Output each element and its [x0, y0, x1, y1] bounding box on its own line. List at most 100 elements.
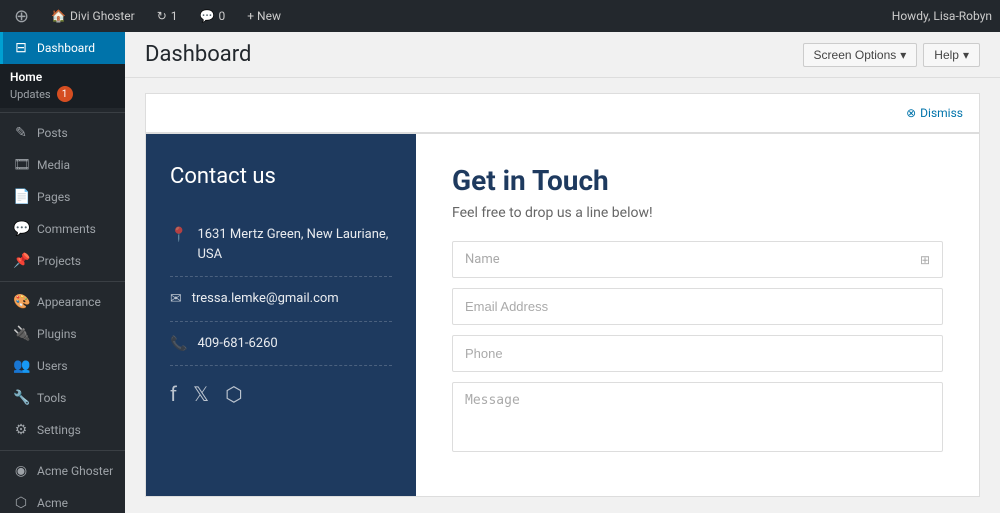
projects-icon: 📌 [13, 253, 29, 269]
updates-badge: 1 [57, 86, 73, 102]
help-chevron: ▾ [963, 48, 969, 62]
form-subtitle: Feel free to drop us a line below! [452, 205, 943, 221]
sidebar-dashboard-label: Dashboard [37, 41, 95, 55]
appearance-icon: 🎨 [13, 294, 29, 310]
instagram-icon[interactable]: ⬡ [225, 382, 242, 406]
acme-ghoster-icon: ◉ [13, 463, 29, 479]
sidebar-item-tools[interactable]: 🔧 Tools [0, 382, 125, 414]
contact-phone-item: 📞 409-681-6260 [170, 322, 392, 367]
sidebar-comments-label: Comments [37, 222, 96, 236]
sidebar-item-projects[interactable]: 📌 Projects [0, 245, 125, 277]
sidebar-item-plugins[interactable]: 🔌 Plugins [0, 318, 125, 350]
twitter-icon[interactable]: 𝕏 [193, 382, 209, 406]
phone-field[interactable] [452, 335, 943, 372]
sidebar-projects-label: Projects [37, 254, 81, 268]
sidebar-posts-label: Posts [37, 126, 68, 140]
sidebar-acme-ghoster-label: Acme Ghoster [37, 464, 113, 478]
menu-separator-2 [0, 281, 125, 282]
settings-icon: ⚙ [13, 422, 29, 438]
name-field-icon: ⊞ [920, 253, 930, 267]
acme-icon: ⬡ [13, 495, 29, 511]
sidebar-item-posts[interactable]: ✎ Posts [0, 117, 125, 149]
contact-title: Contact us [170, 164, 392, 189]
bubbles-button[interactable]: 💬 0 [194, 0, 232, 32]
social-icons: f 𝕏 ⬡ [170, 382, 392, 406]
admin-bar: ⊕ 🏠 Divi Ghoster ↻ 1 💬 0 + New Howdy, Li… [0, 0, 1000, 32]
screen-options-label: Screen Options [814, 48, 897, 62]
menu-separator-3 [0, 450, 125, 451]
comments-button[interactable]: ↻ 1 [151, 0, 184, 32]
new-content-button[interactable]: + New [241, 0, 287, 32]
comments-count: 1 [171, 9, 178, 23]
users-icon: 👥 [13, 358, 29, 374]
dismiss-label: Dismiss [920, 106, 963, 120]
tools-icon: 🔧 [13, 390, 29, 406]
sidebar-media-label: Media [37, 158, 70, 172]
posts-icon: ✎ [13, 125, 29, 141]
home-icon: 🏠 [51, 9, 66, 23]
sidebar-plugins-label: Plugins [37, 327, 77, 341]
contact-email-item: ✉ tressa.lemke@gmail.com [170, 277, 392, 322]
help-button[interactable]: Help ▾ [923, 43, 980, 67]
dashboard-icon: ⊟ [13, 40, 29, 56]
contact-address: 1631 Mertz Green, New Lauriane, USA [197, 225, 392, 264]
site-name-label: Divi Ghoster [70, 9, 135, 23]
admin-menu: ⊟ Dashboard Home Updates 1 ✎ Posts 🎞 Med… [0, 32, 125, 513]
media-icon: 🎞 [13, 157, 29, 173]
updates-label[interactable]: Updates 1 [10, 86, 115, 102]
sidebar-item-acme-ghoster[interactable]: ◉ Acme Ghoster [0, 455, 125, 487]
sidebar-tools-label: Tools [37, 391, 66, 405]
dismiss-box: ⊗ Dismiss [145, 93, 980, 133]
home-label[interactable]: Home [10, 70, 115, 84]
preview-card: Contact us 📍 1631 Mertz Green, New Lauri… [145, 133, 980, 497]
plugins-icon: 🔌 [13, 326, 29, 342]
form-panel: Get in Touch Feel free to drop us a line… [416, 134, 979, 496]
dashboard-content: ⊗ Dismiss Contact us 📍 1631 Mertz Green,… [125, 78, 1000, 513]
howdy-label: Howdy, Lisa-Robyn [892, 9, 992, 23]
sidebar-item-dashboard[interactable]: ⊟ Dashboard [0, 32, 125, 64]
contact-panel: Contact us 📍 1631 Mertz Green, New Lauri… [146, 134, 416, 496]
wp-icon: ⊕ [14, 6, 29, 27]
name-placeholder: Name [465, 252, 500, 267]
sidebar-appearance-label: Appearance [37, 295, 101, 309]
sidebar-settings-label: Settings [37, 423, 81, 437]
dismiss-button[interactable]: ⊗ Dismiss [906, 106, 963, 120]
refresh-icon: ↻ [157, 9, 167, 23]
dismiss-x-icon: ⊗ [906, 106, 916, 120]
comments-icon: 💬 [13, 221, 29, 237]
location-icon: 📍 [170, 227, 187, 243]
site-name-button[interactable]: 🏠 Divi Ghoster [45, 0, 141, 32]
main-content: Dashboard Screen Options ▾ Help ▾ ⊗ Dism… [125, 32, 1000, 513]
menu-separator-1 [0, 112, 125, 113]
phone-icon: 📞 [170, 336, 187, 352]
bubble-count: 0 [219, 9, 226, 23]
home-updates-section: Home Updates 1 [0, 64, 125, 108]
sidebar-item-users[interactable]: 👥 Users [0, 350, 125, 382]
wp-logo-button[interactable]: ⊕ [8, 0, 35, 32]
sidebar-item-settings[interactable]: ⚙ Settings [0, 414, 125, 446]
name-field-wrapper: Name ⊞ [452, 241, 943, 278]
sidebar-acme-label: Acme [37, 496, 68, 510]
sidebar-users-label: Users [37, 359, 68, 373]
message-field[interactable] [452, 382, 943, 452]
sidebar-item-media[interactable]: 🎞 Media [0, 149, 125, 181]
new-label: + New [247, 9, 281, 23]
sidebar-item-comments[interactable]: 💬 Comments [0, 213, 125, 245]
pages-icon: 📄 [13, 189, 29, 205]
sidebar-pages-label: Pages [37, 190, 70, 204]
bubble-icon: 💬 [200, 9, 215, 23]
contact-address-item: 📍 1631 Mertz Green, New Lauriane, USA [170, 213, 392, 277]
sidebar-item-appearance[interactable]: 🎨 Appearance [0, 286, 125, 318]
email-field[interactable] [452, 288, 943, 325]
contact-email: tressa.lemke@gmail.com [192, 289, 339, 309]
screen-options-button[interactable]: Screen Options ▾ [803, 43, 918, 67]
screen-options-chevron: ▾ [900, 48, 906, 62]
sidebar-item-pages[interactable]: 📄 Pages [0, 181, 125, 213]
page-title: Dashboard [145, 42, 251, 67]
help-label: Help [934, 48, 959, 62]
sidebar-item-acme[interactable]: ⬡ Acme [0, 487, 125, 513]
form-title: Get in Touch [452, 164, 943, 197]
contact-phone: 409-681-6260 [197, 334, 277, 354]
facebook-icon[interactable]: f [170, 382, 177, 406]
header-buttons: Screen Options ▾ Help ▾ [803, 43, 980, 67]
